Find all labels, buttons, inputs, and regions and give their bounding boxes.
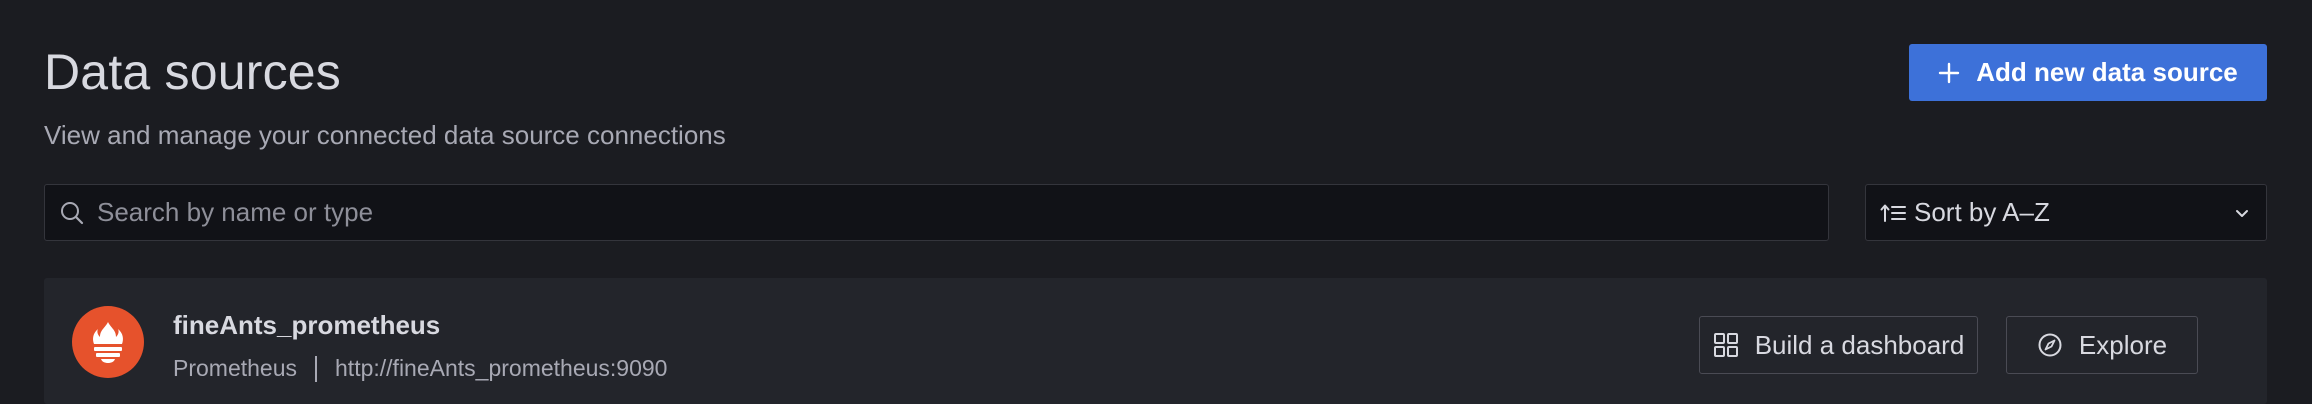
add-new-data-source-label: Add new data source: [1976, 57, 2238, 87]
build-dashboard-button[interactable]: Build a dashboard: [1699, 316, 1978, 374]
compass-icon: [2037, 332, 2063, 358]
data-sources-page: Data sources View and manage your connec…: [0, 0, 2312, 404]
search-icon: [59, 200, 85, 226]
grid-icon: [1713, 332, 1739, 358]
explore-label: Explore: [2078, 329, 2168, 360]
sort-select[interactable]: Sort by A–Z: [1865, 184, 2267, 241]
sort-icon: [1880, 202, 1906, 224]
datasource-name[interactable]: fineAnts_prometheus: [173, 310, 440, 341]
add-new-data-source-button[interactable]: Add new data source: [1909, 44, 2267, 101]
page-subtitle: View and manage your connected data sour…: [44, 120, 726, 150]
chevron-down-icon: [2234, 205, 2250, 221]
meta-divider: [315, 355, 318, 382]
page-title: Data sources: [44, 44, 341, 100]
search-field[interactable]: [44, 184, 1829, 241]
search-input[interactable]: [97, 185, 1828, 240]
datasource-type: Prometheus: [173, 355, 298, 381]
explore-button[interactable]: Explore: [2006, 316, 2198, 374]
sort-selected-value: Sort by A–Z: [1914, 197, 2050, 227]
datasource-url: http://fineAnts_prometheus:9090: [335, 355, 668, 381]
build-dashboard-label: Build a dashboard: [1754, 329, 1965, 360]
datasource-card[interactable]: fineAnts_prometheus Prometheus http://fi…: [44, 278, 2267, 404]
prometheus-icon: [72, 306, 144, 378]
datasource-meta: Prometheus http://fineAnts_prometheus:90…: [173, 355, 667, 382]
plus-icon: [1938, 62, 1960, 84]
